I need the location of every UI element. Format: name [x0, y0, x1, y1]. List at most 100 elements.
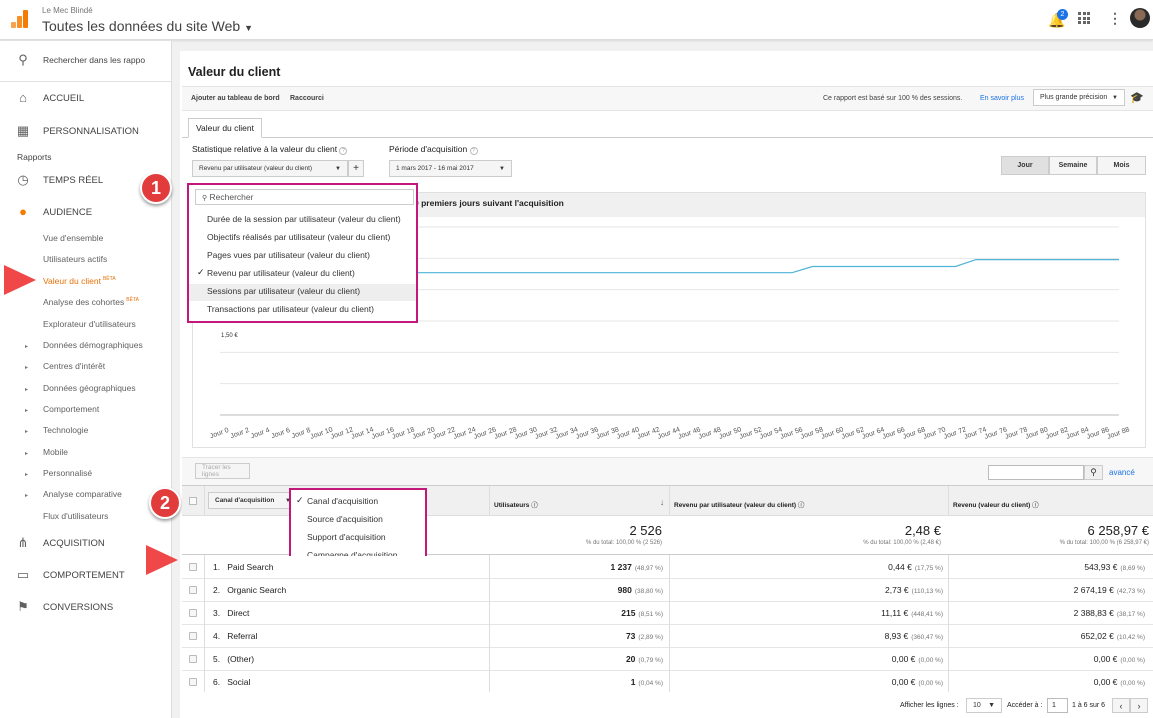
divider	[0, 81, 172, 82]
sidebar-search[interactable]: ⚲ Rechercher dans les rappo	[0, 46, 172, 74]
sidebar-sub-demographiques[interactable]: ▸ Données démographiques	[25, 340, 143, 350]
trace-lines-button[interactable]: Tracer les lignes	[195, 463, 250, 479]
add-metric-button[interactable]: +	[348, 160, 364, 177]
col-users-header[interactable]: Utilisateurs ⓘ	[494, 499, 538, 509]
row-dimension[interactable]: 4. Referral	[213, 631, 257, 641]
select-all-checkbox[interactable]	[189, 497, 197, 505]
row-checkbox[interactable]	[189, 563, 197, 571]
row-dimension[interactable]: 3. Direct	[213, 608, 249, 618]
shortcut-link[interactable]: Raccourci	[290, 95, 324, 102]
next-page-button[interactable]: ›	[1130, 698, 1148, 713]
avatar[interactable]	[1130, 8, 1150, 28]
table-row[interactable]: 3. Direct 215 (8,51 %) 11,11 € (448,41 %) 2 3…	[182, 602, 1153, 625]
annotation-arrow	[4, 265, 36, 295]
table-row[interactable]: 1. Paid Search 1 237 (48,97 %) 0,44 € (17,75…	[182, 556, 1153, 579]
table-row[interactable]: 5. (Other) 20 (0,79 %) 0,00 € (0,00 %) 0,00 €…	[182, 648, 1153, 671]
sidebar-sub-flux[interactable]: Flux d'utilisateurs	[43, 511, 108, 521]
dashboard-icon: ▦	[16, 123, 30, 138]
home-icon: ⌂	[19, 90, 27, 105]
sidebar-item-personnalisation[interactable]: ▦ PERSONNALISATION	[0, 117, 172, 145]
clock-icon: ◷	[17, 172, 29, 187]
sidebar-sub-geographiques[interactable]: ▸ Données géographiques	[25, 383, 136, 393]
metric-option[interactable]: Transactions par utilisateur (valeur du …	[207, 304, 374, 314]
precision-select[interactable]: Plus grande précision ▼	[1033, 89, 1125, 106]
sidebar-sub-technologie[interactable]: ▸ Technologie	[25, 425, 88, 435]
table-row[interactable]: 6. Social 1 (0,04 %) 0,00 € (0,00 %) 0,00 € (0…	[182, 671, 1153, 694]
row-checkbox[interactable]	[189, 655, 197, 663]
show-rows-select[interactable]: 10 ▼	[966, 698, 1002, 713]
y-axis-min-label: 1,50 €	[221, 333, 238, 339]
sidebar-item-audience[interactable]: ● AUDIENCE	[0, 198, 172, 226]
row-dimension[interactable]: 2. Organic Search	[213, 585, 286, 595]
page-range: 1 à 6 sur 6	[1072, 702, 1106, 709]
annotation-badge-2: 2	[149, 487, 181, 519]
account-name: Le Mec Blindé	[42, 6, 93, 15]
more-vert-icon[interactable]: ⋮	[1108, 10, 1122, 27]
granularity-mois[interactable]: Mois	[1097, 156, 1146, 175]
metric-option[interactable]: Sessions par utilisateur (valeur du clie…	[207, 286, 360, 296]
sidebar-sub-vue-ensemble[interactable]: Vue d'ensemble	[43, 233, 103, 243]
total-rpu-sub: % du total: 100,00 % (2,48 €)	[863, 540, 941, 546]
metric-search-input[interactable]: ⚲ Rechercher	[195, 189, 414, 205]
property-selector[interactable]: Toutes les données du site Web ▼	[42, 18, 253, 34]
metric-option[interactable]: Durée de la session par utilisateur (val…	[207, 214, 401, 224]
metric-option[interactable]: Pages vues par utilisateur (valeur du cl…	[207, 250, 370, 260]
row-revenue: 2 388,83 € (38,17 %)	[1073, 608, 1145, 618]
person-icon: ●	[19, 204, 27, 219]
x-tick-label: Jour 2	[230, 427, 251, 440]
check-icon: ✓	[197, 267, 205, 277]
sidebar-sub-valeur-client[interactable]: Valeur du client BÊTA	[43, 276, 116, 286]
sidebar-sub-centres-interet[interactable]: ▸ Centres d'intérêt	[25, 361, 105, 371]
dimension-select[interactable]: Canal d'acquisition▼	[208, 492, 298, 509]
tab-valeur-client[interactable]: Valeur du client	[188, 118, 262, 138]
sidebar-sub-comportement[interactable]: ▸ Comportement	[25, 404, 99, 414]
sidebar-sub-explorateur[interactable]: Explorateur d'utilisateurs	[43, 319, 136, 329]
row-checkbox[interactable]	[189, 632, 197, 640]
row-checkbox[interactable]	[189, 609, 197, 617]
caret-down-icon: ▼	[335, 165, 341, 172]
row-dimension[interactable]: 6. Social	[213, 677, 250, 687]
table-row[interactable]: 4. Referral 73 (2,89 %) 8,93 € (360,47 %) 652…	[182, 625, 1153, 648]
table-search-input[interactable]	[988, 465, 1084, 480]
sidebar-sub-analyse-comparative[interactable]: ▸ Analyse comparative	[25, 489, 122, 499]
caret-down-icon: ▼	[499, 165, 505, 172]
row-checkbox[interactable]	[189, 678, 197, 686]
row-dimension[interactable]: 1. Paid Search	[213, 562, 274, 572]
period-select[interactable]: 1 mars 2017 - 16 mai 2017 ▼	[389, 160, 512, 177]
apps-grid-icon[interactable]	[1078, 12, 1090, 24]
sidebar-sub-mobile[interactable]: ▸ Mobile	[25, 447, 68, 457]
sidebar-sub-utilisateurs-actifs[interactable]: Utilisateurs actifs	[43, 254, 107, 264]
stat-select[interactable]: Revenu par utilisateur (valeur du client…	[192, 160, 348, 177]
prev-page-button[interactable]: ‹	[1112, 698, 1130, 713]
row-users: 20 (0,79 %)	[625, 654, 663, 664]
search-button[interactable]: ⚲	[1084, 465, 1103, 480]
row-dimension[interactable]: 5. (Other)	[213, 654, 254, 664]
stat-label: Statistique relative à la valeur du clie…	[192, 144, 348, 155]
row-revenue: 543,93 € (8,69 %)	[1084, 562, 1145, 572]
add-dashboard-link[interactable]: Ajouter au tableau de bord	[191, 95, 280, 102]
analytics-logo-icon[interactable]	[11, 10, 29, 28]
sidebar-sub-cohortes[interactable]: Analyse des cohortes BÊTA	[43, 297, 139, 307]
dimension-option-selected[interactable]: Canal d'acquisition	[307, 496, 378, 506]
sidebar-item-accueil[interactable]: ⌂ ACCUEIL	[0, 84, 172, 112]
total-rpu: 2,48 €	[904, 523, 941, 538]
col-rpu-header[interactable]: Revenu par utilisateur (valeur du client…	[674, 499, 804, 509]
col-rev-header[interactable]: Revenu (valeur du client) ⓘ	[953, 499, 1039, 509]
dimension-option[interactable]: Source d'acquisition	[307, 514, 383, 524]
metric-option[interactable]: Objectifs réalisés par utilisateur (vale…	[207, 232, 390, 242]
goto-input[interactable]: 1	[1047, 698, 1068, 713]
search-icon: ⚲	[202, 195, 208, 202]
granularity-semaine[interactable]: Semaine	[1049, 156, 1097, 175]
learn-more-link[interactable]: En savoir plus	[980, 95, 1024, 102]
sort-desc-icon[interactable]: ↓	[660, 498, 664, 507]
advanced-link[interactable]: avancé	[1109, 468, 1135, 477]
table-row[interactable]: 2. Organic Search 980 (38,80 %) 2,73 € (110,…	[182, 579, 1153, 602]
sidebar-item-conversions[interactable]: ⚑ CONVERSIONS	[0, 593, 172, 621]
metric-option-selected[interactable]: Revenu par utilisateur (valeur du client…	[207, 268, 355, 278]
granularity-jour[interactable]: Jour	[1001, 156, 1049, 175]
row-rpu: 0,44 € (17,75 %)	[888, 562, 943, 572]
row-checkbox[interactable]	[189, 586, 197, 594]
dimension-option[interactable]: Support d'acquisition	[307, 532, 386, 542]
sidebar-sub-personnalise[interactable]: ▸ Personnalisé	[25, 468, 92, 478]
education-hat-icon[interactable]: 🎓	[1130, 91, 1144, 104]
